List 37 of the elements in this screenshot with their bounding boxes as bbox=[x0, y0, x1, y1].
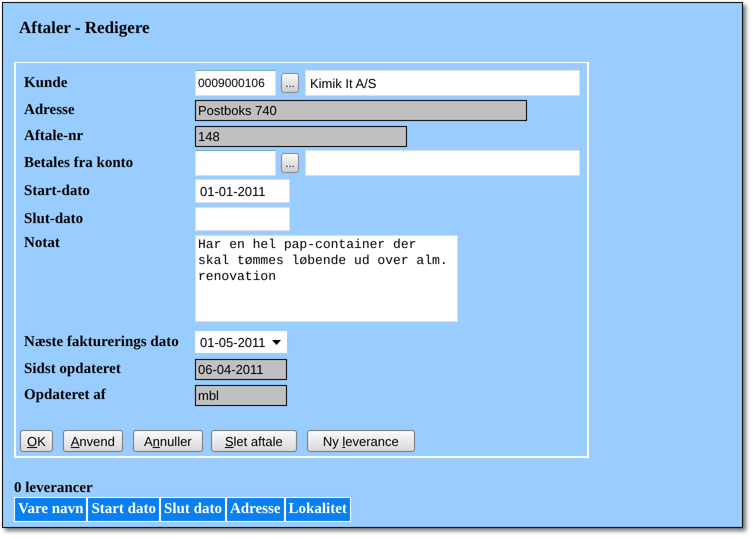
column-header: Start dato bbox=[88, 498, 162, 521]
field-label: Opdateret af bbox=[24, 386, 107, 404]
field-label: Sidst opdateret bbox=[24, 360, 122, 378]
date-field[interactable]: 01-01-2011 bbox=[195, 179, 290, 203]
field-label: Betales fra konto bbox=[24, 154, 134, 172]
code-field[interactable] bbox=[195, 150, 276, 176]
column-header: Vare navn bbox=[15, 498, 88, 521]
code-field[interactable]: 0009000106 bbox=[195, 70, 276, 96]
readonly-field: Postboks 740 bbox=[195, 100, 527, 120]
column-header: Slut dato bbox=[161, 498, 227, 521]
browse-button[interactable]: ... bbox=[281, 73, 299, 93]
field-label: Adresse bbox=[24, 102, 76, 118]
date-field[interactable] bbox=[195, 207, 290, 231]
field-label: Notat bbox=[24, 235, 61, 252]
readonly-field: mbl bbox=[195, 384, 287, 406]
note-field[interactable]: Har en hel pap-container der skal tømmes løbende ud over alm. renovation bbox=[195, 235, 458, 322]
readonly-field: 06-04-2011 bbox=[195, 358, 287, 380]
browse-button[interactable]: ... bbox=[281, 153, 299, 173]
field-label: Næste fakturerings dato bbox=[24, 334, 180, 350]
action-button[interactable]: Slet aftale bbox=[210, 430, 297, 452]
field-label: Start-dato bbox=[24, 182, 91, 200]
delivery-count: 0 leverancer bbox=[14, 480, 94, 497]
window-title: Aftaler - Redigere bbox=[18, 17, 151, 39]
column-header: Lokalitet bbox=[286, 498, 350, 521]
action-button[interactable]: Anvend bbox=[62, 430, 123, 452]
date-dropdown[interactable]: 01-05-2011 bbox=[195, 331, 287, 353]
field-label: Slut-dato bbox=[24, 210, 84, 228]
name-field[interactable] bbox=[305, 150, 580, 176]
caret-icon bbox=[272, 340, 281, 344]
field-label: Aftale-nr bbox=[24, 128, 84, 144]
action-button[interactable]: Ny leverance bbox=[306, 430, 415, 452]
action-button[interactable]: OK bbox=[20, 430, 53, 452]
column-header: Adresse bbox=[226, 498, 286, 521]
action-button[interactable]: Annuller bbox=[132, 430, 203, 452]
readonly-field: 148 bbox=[195, 126, 407, 146]
name-field[interactable]: Kimik It A/S bbox=[305, 70, 580, 96]
field-label: Kunde bbox=[24, 74, 68, 92]
